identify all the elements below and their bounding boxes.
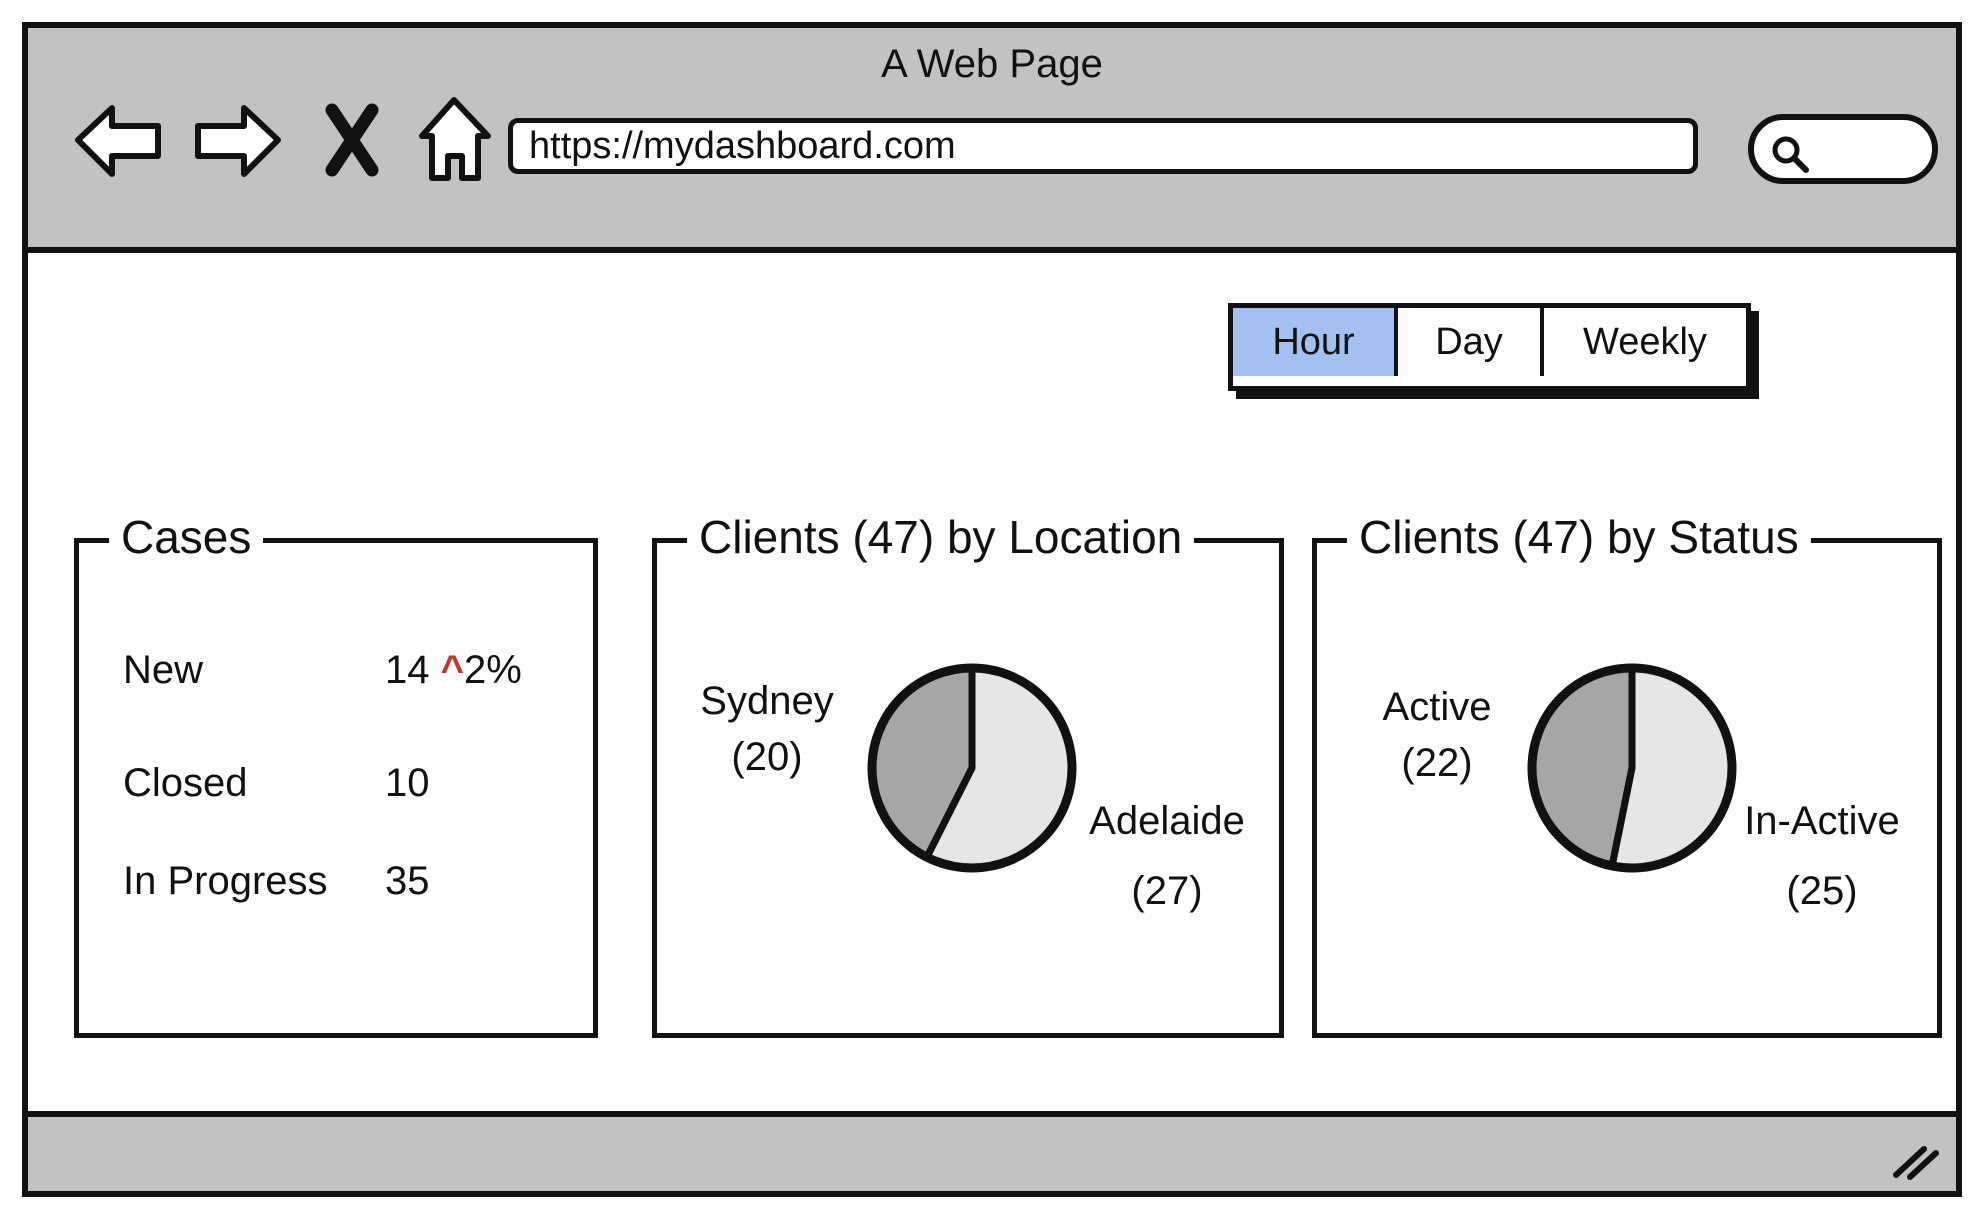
search-field[interactable] (1748, 114, 1938, 184)
case-value-in-progress: 35 (385, 859, 430, 903)
status-pie-chart (1527, 663, 1737, 873)
clients-status-title: Clients (47) by Status (1347, 505, 1811, 569)
time-filter-day-button[interactable]: Day (1398, 308, 1544, 376)
clients-status-panel: Clients (47) by Status Active (22) In-Ac… (1312, 505, 1942, 1038)
pie-label-active-count: (22) (1401, 741, 1473, 785)
case-trend-new: 2% (463, 648, 522, 692)
pie-label-active-name: Active (1382, 685, 1492, 729)
pie-label-sydney: Sydney (20) (687, 673, 847, 785)
browser-titlebar: A Web Page https://mydashboard.com (28, 28, 1956, 253)
clients-location-title: Clients (47) by Location (687, 505, 1195, 569)
time-filter-toggle: Hour Day Weekly (1228, 303, 1751, 391)
search-icon (1772, 136, 1809, 173)
time-filter-weekly-button[interactable]: Weekly (1544, 308, 1746, 376)
forward-arrow-icon[interactable] (186, 90, 286, 190)
pie-label-adelaide-count: (27) (1131, 869, 1203, 913)
home-icon[interactable] (408, 90, 508, 190)
browser-statusbar (28, 1111, 1956, 1191)
browser-window: A Web Page https://mydashboard.com Hour … (22, 22, 1962, 1197)
pie-label-adelaide: Adelaide (27) (1057, 793, 1277, 919)
clients-location-panel: Clients (47) by Location Sydney (20) Ade… (652, 505, 1284, 1038)
pie-label-adelaide-name: Adelaide (1089, 799, 1245, 843)
cases-panel: Cases New 14 ^2% Closed 10 In Progress 3… (74, 505, 598, 1038)
case-label-in-progress: In Progress (123, 859, 328, 903)
url-field[interactable]: https://mydashboard.com (508, 118, 1698, 174)
pie-label-sydney-name: Sydney (700, 679, 834, 723)
pie-slice-in-active (1608, 664, 1736, 872)
time-filter-hour-button[interactable]: Hour (1233, 308, 1398, 376)
case-label-closed: Closed (123, 761, 248, 805)
pie-label-in-active-count: (25) (1786, 869, 1858, 913)
pie-label-in-active: In-Active (25) (1717, 793, 1927, 919)
pie-label-active: Active (22) (1367, 679, 1507, 791)
window-title: A Web Page (881, 42, 1103, 86)
pie-label-in-active-name: In-Active (1744, 799, 1900, 843)
case-value-new: 14 ^2% (385, 648, 522, 693)
trend-up-icon: ^ (440, 648, 464, 692)
case-label-new: New (123, 648, 204, 692)
case-count-new: 14 (385, 648, 430, 692)
resize-grip-icon[interactable] (1886, 1135, 1946, 1185)
location-pie-chart (867, 663, 1077, 873)
pie-label-sydney-count: (20) (731, 735, 803, 779)
case-value-closed: 10 (385, 761, 430, 805)
cases-panel-title: Cases (109, 505, 264, 569)
back-arrow-icon[interactable] (70, 90, 170, 190)
close-x-icon[interactable] (310, 90, 410, 190)
